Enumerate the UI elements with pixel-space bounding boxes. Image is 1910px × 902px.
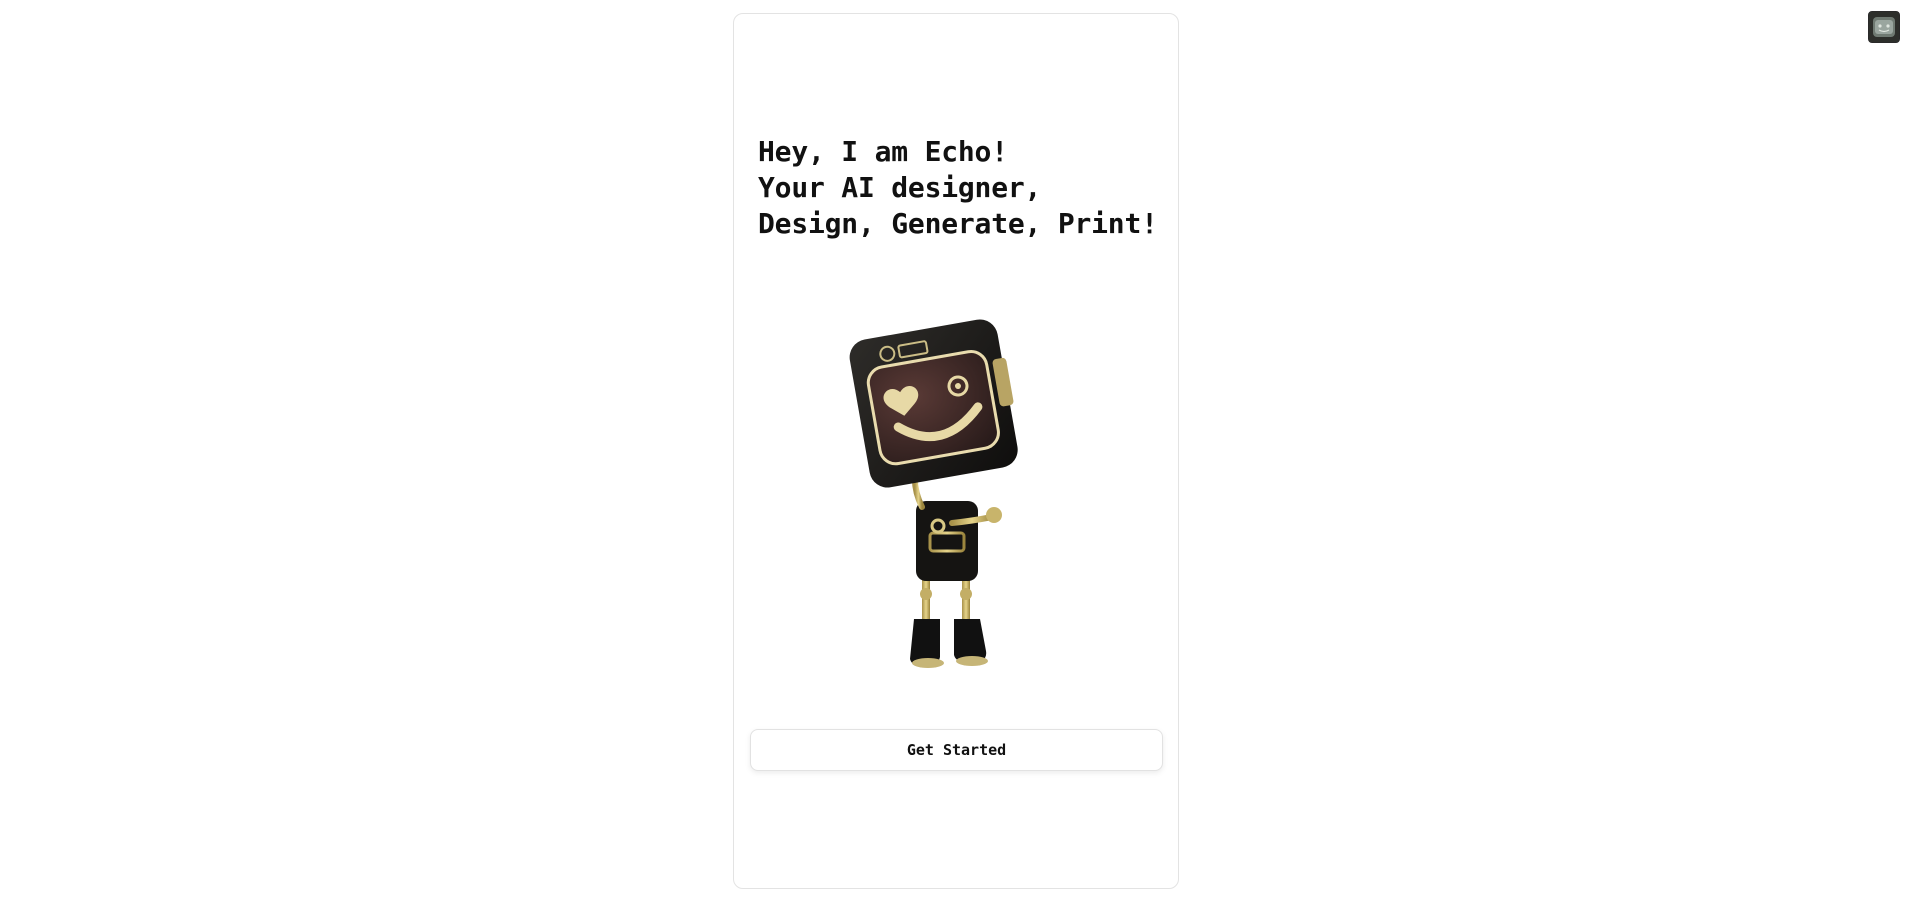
app-page: Hey, I am Echo! Your AI designer, Design… bbox=[0, 0, 1910, 902]
robot-torso bbox=[916, 501, 1002, 581]
hero-line-role: Your AI designer, bbox=[758, 171, 1042, 204]
robot-mascot-illustration bbox=[822, 319, 1062, 689]
hero-line-tagline: Design, Generate, Print! bbox=[758, 207, 1158, 240]
robot-legs bbox=[910, 569, 988, 668]
hero-headline: Hey, I am Echo! Your AI designer, Design… bbox=[758, 134, 1158, 242]
onboarding-card: Hey, I am Echo! Your AI designer, Design… bbox=[733, 13, 1179, 889]
robot-mascot-icon bbox=[849, 319, 1018, 668]
robot-face-icon bbox=[1869, 12, 1899, 42]
avatar-icon[interactable] bbox=[1868, 11, 1900, 43]
hero-line-greeting: Hey, I am Echo! bbox=[758, 135, 1008, 168]
get-started-button[interactable]: Get Started bbox=[750, 729, 1163, 771]
robot-head bbox=[849, 319, 1018, 488]
